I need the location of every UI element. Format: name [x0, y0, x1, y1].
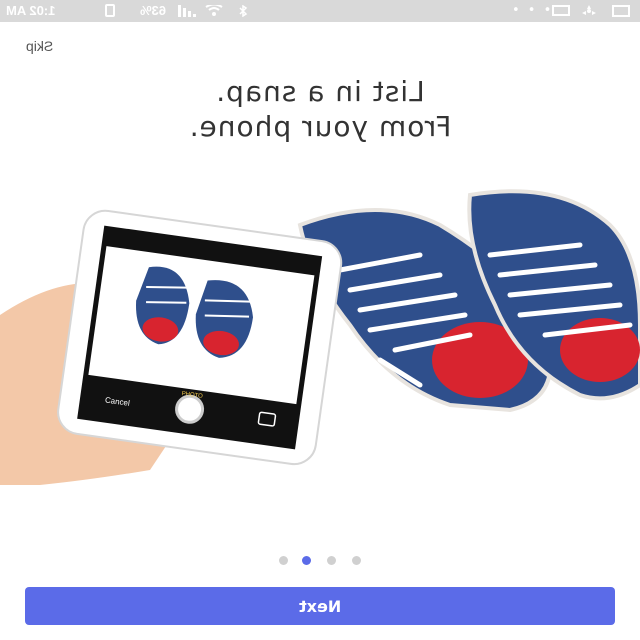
signal-icon — [178, 5, 196, 17]
onboarding-illustration: Cancel PHOTO — [0, 189, 640, 485]
more-dots-icon: • • • — [512, 3, 554, 18]
page-dot-active[interactable] — [302, 556, 311, 565]
status-time: 1:02 AM — [6, 3, 56, 18]
status-bar: 1:02 AM 63% • • • — [0, 0, 640, 22]
next-button-label: Next — [298, 596, 342, 616]
page-indicator — [0, 556, 640, 566]
phone-image: Cancel PHOTO — [57, 209, 343, 466]
page-dot[interactable] — [279, 556, 288, 565]
wifi-icon — [205, 5, 223, 16]
sneakers-image — [297, 189, 640, 413]
gallery-icon — [552, 5, 570, 16]
bluetooth-icon — [239, 5, 248, 17]
headline-line-1: List in a snap. — [215, 75, 425, 108]
next-button[interactable]: Next — [25, 587, 615, 625]
battery-icon — [105, 4, 115, 17]
skip-button[interactable]: Skip — [26, 38, 53, 54]
page-dot[interactable] — [352, 556, 361, 565]
message-icon — [612, 5, 630, 17]
page-dot[interactable] — [327, 556, 336, 565]
headline-line-2: From your phone. — [188, 110, 452, 143]
battery-percentage: 63% — [140, 3, 167, 18]
fan-icon — [582, 5, 596, 15]
